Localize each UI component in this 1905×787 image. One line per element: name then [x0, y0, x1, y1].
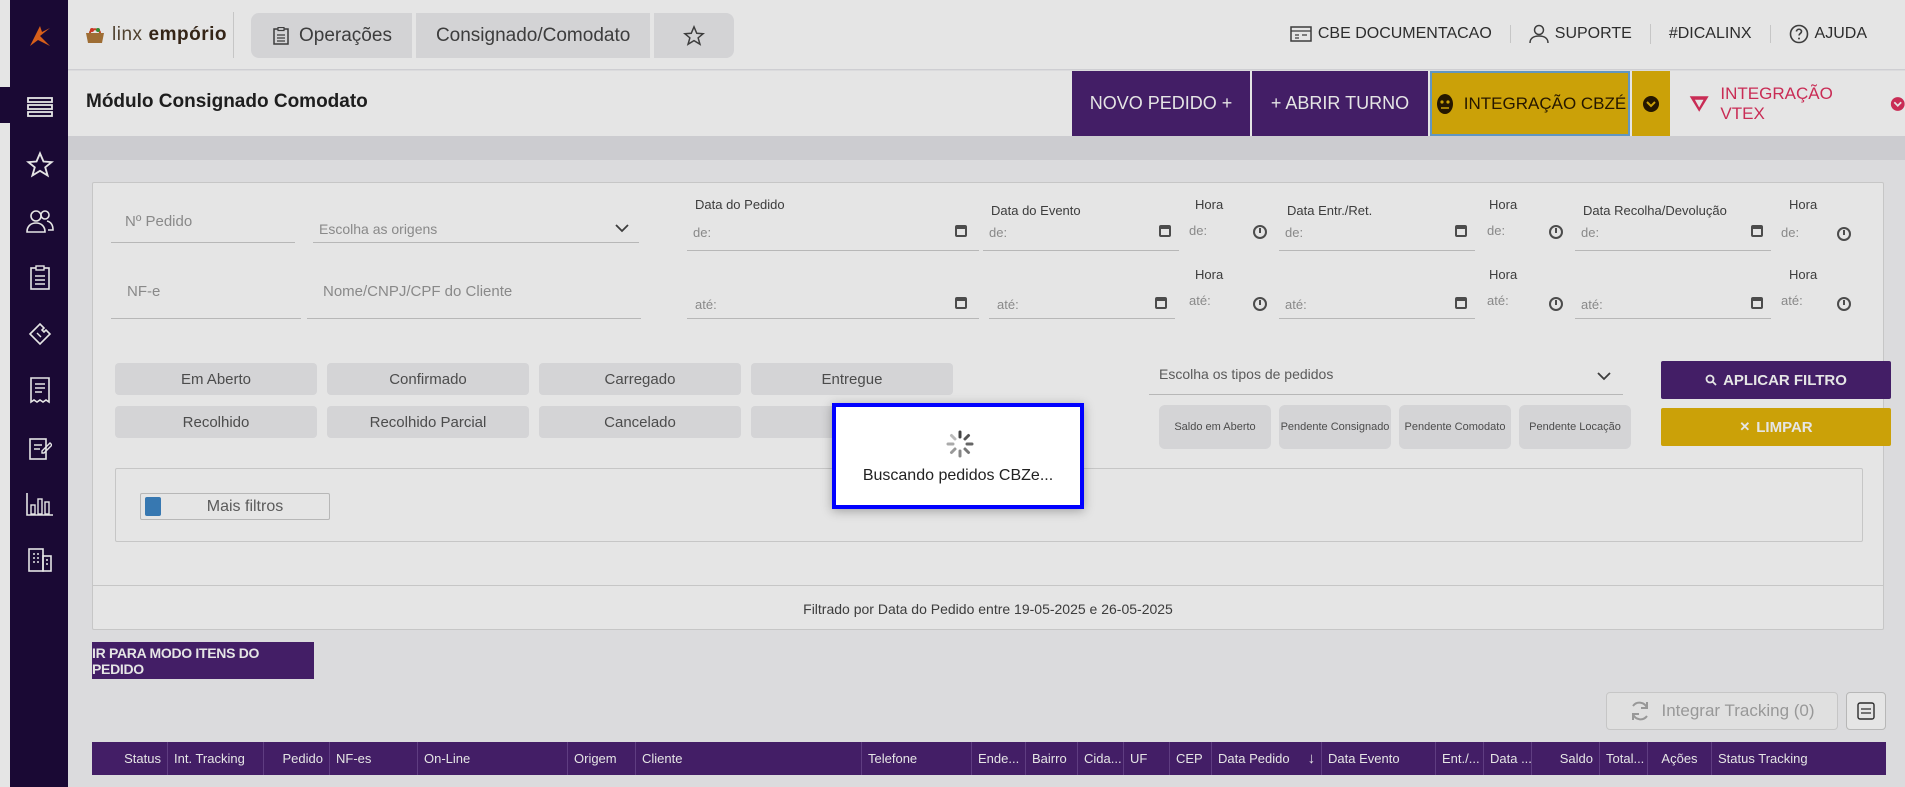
loading-dialog: Buscando pedidos CBZe... — [832, 403, 1084, 509]
loading-overlay — [0, 0, 1905, 787]
loading-message: Buscando pedidos CBZe... — [862, 467, 1054, 484]
spinner-icon — [946, 430, 974, 458]
